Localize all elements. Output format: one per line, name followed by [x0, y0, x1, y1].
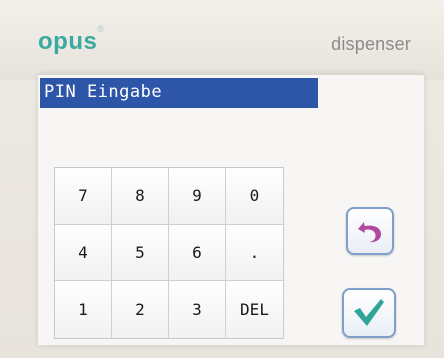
key-decimal[interactable]: . [226, 224, 283, 282]
key-7[interactable]: 7 [55, 168, 112, 225]
pin-keypad: 7 8 9 0 4 5 6 . 1 2 3 DEL [54, 167, 284, 339]
device-panel: opus® dispenser PIN Eingabe 7 8 9 0 4 5 … [0, 0, 444, 358]
key-9[interactable]: 9 [169, 168, 226, 225]
key-5[interactable]: 5 [112, 224, 169, 282]
key-delete[interactable]: DEL [226, 281, 283, 338]
screen-title: PIN Eingabe [44, 82, 163, 102]
brand-name: opus [38, 28, 98, 55]
header-bar: opus® dispenser [0, 0, 444, 80]
confirm-button[interactable] [342, 288, 396, 338]
registered-mark: ® [97, 24, 105, 34]
back-button[interactable] [346, 207, 394, 255]
brand-logo: opus® [38, 24, 104, 56]
key-8[interactable]: 8 [112, 168, 169, 225]
key-0[interactable]: 0 [226, 168, 283, 225]
key-6[interactable]: 6 [169, 224, 226, 282]
title-bar: PIN Eingabe [40, 78, 318, 108]
key-3[interactable]: 3 [169, 281, 226, 338]
undo-arrow-icon [358, 222, 382, 243]
key-4[interactable]: 4 [55, 224, 112, 282]
product-name: dispenser [331, 34, 411, 54]
key-2[interactable]: 2 [112, 281, 169, 338]
key-1[interactable]: 1 [55, 281, 112, 338]
checkmark-icon [354, 299, 384, 326]
